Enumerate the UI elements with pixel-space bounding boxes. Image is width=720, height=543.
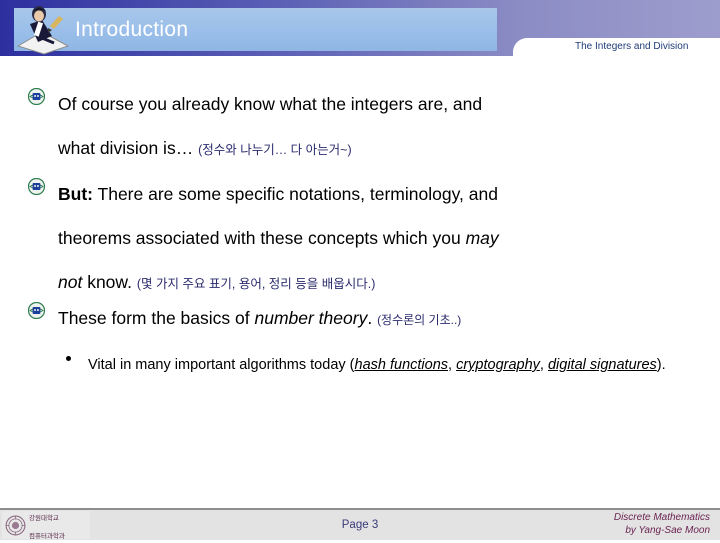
sub-text-b: , [448,357,457,373]
sub-bullet-text: Vital in many important algorithms today… [88,348,690,382]
bullet-line: Of course you already know what the inte… [58,82,698,126]
bullet-line-tail: . [367,308,378,328]
course-author: by Yang-Sae Moon [625,524,710,536]
korean-annotation: (몇 가지 주요 표기, 용어, 정리 등을 배웁시다.) [136,277,376,291]
page-title: Introduction [75,18,189,41]
term-hash-functions: hash functions [354,357,449,373]
slide-content: Of course you already know what the inte… [0,60,720,500]
emblem-bullet-icon [27,301,46,320]
bullet-line: what division is… (정수와 나누기… 다 아는거~) [58,126,698,172]
bullet-line: theorems associated with these concepts … [58,216,698,260]
bullet-line-text: Of course you already know what the inte… [58,94,483,114]
subject-label: The Integers and Division [575,41,689,52]
sub-text-d: ). [656,357,666,373]
bullet-line-text: what division is… [58,138,194,158]
bullet-line-text: These form the basics of [58,308,255,328]
emphasis-text: not [58,272,83,292]
bullet-item: These form the basics of number theory. … [27,296,698,342]
korean-annotation: (정수와 나누기… 다 아는거~) [198,143,352,157]
course-attribution: Discrete Mathematics by Yang-Sae Moon [614,512,710,537]
bullet-line: But: There are some specific notations, … [58,172,698,216]
korean-annotation: (정수론의 기초..) [377,313,462,327]
sub-text-a: Vital in many important algorithms today… [88,357,355,373]
bullet-line-text: know. [82,272,137,292]
page-number: Page 3 [341,519,379,531]
bullet-line-text: theorems associated with these concepts … [58,228,466,248]
round-bullet-icon [66,356,71,361]
bullet-line: These form the basics of number theory. … [58,296,698,342]
term-cryptography: cryptography [456,357,540,373]
bullet-item: But: There are some specific notations, … [27,172,698,306]
emblem-bullet-icon [27,87,46,106]
sub-text-c: , [539,357,548,373]
bullet-line-text: There are some specific notations, termi… [92,184,498,204]
bullet-lead-word: But: [58,184,93,204]
term-digital-signatures: digital signatures [547,357,657,373]
emphasis-text: number theory [254,308,368,328]
emblem-bullet-icon [27,177,46,196]
course-title: Discrete Mathematics [613,512,710,523]
emphasis-text: may [465,228,499,248]
person-writing-icon [12,2,74,56]
bullet-item: Of course you already know what the inte… [27,82,698,172]
seal-korean-line2: 컴퓨터과학과 [29,533,65,540]
sub-bullet-item: Vital in many important algorithms today… [60,348,690,382]
